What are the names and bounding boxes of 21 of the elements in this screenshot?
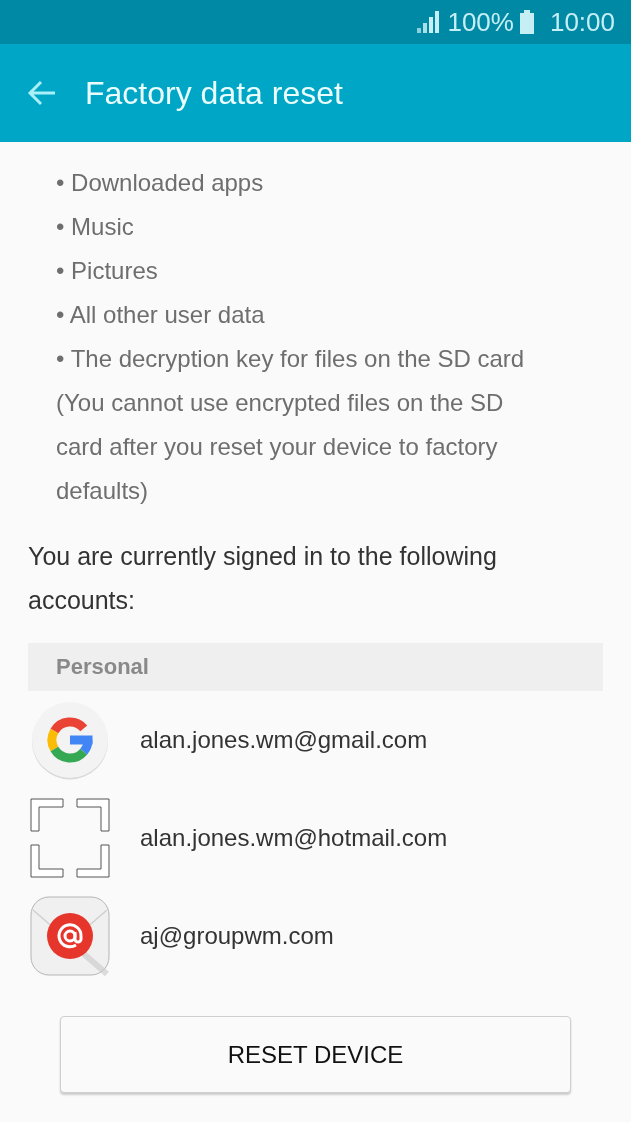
erased-data-item: • Pictures [56, 256, 159, 286]
account-email: aj@groupwm.com [140, 922, 334, 950]
group-header-label: Personal [56, 654, 149, 680]
sd-card-note: (You cannot use encrypted files on the SD card after you reset your device to factory defaults) [55, 388, 505, 506]
reset-device-button[interactable]: RESET DEVICE [60, 1016, 571, 1093]
back-arrow-icon [27, 80, 57, 106]
envelope-at-icon [30, 896, 110, 976]
google-g-icon [30, 700, 110, 780]
account-email: alan.jones.wm@gmail.com [140, 726, 428, 754]
erased-data-item: • Downloaded apps [56, 168, 265, 198]
erased-data-item: • The decryption key for files on the SD card [56, 344, 526, 374]
signal-icon [417, 11, 442, 33]
account-email: alan.jones.wm@hotmail.com [140, 824, 448, 852]
clock: 10:00 [549, 6, 615, 38]
erased-data-item: • All other user data [56, 300, 266, 330]
erased-data-item: • Music [56, 212, 135, 242]
battery-percent: 100% [447, 6, 514, 38]
accounts-intro-text: You are currently signed in to the following accounts: [27, 541, 498, 616]
screen-title: Factory data reset [85, 74, 343, 112]
battery-icon [519, 10, 534, 34]
frame-corners-icon [30, 798, 110, 878]
